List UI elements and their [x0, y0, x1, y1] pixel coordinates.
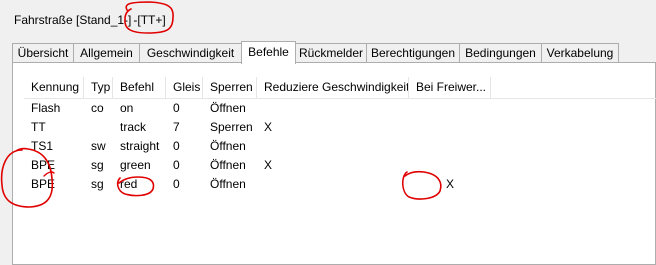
cell-reduziere — [257, 99, 409, 118]
tab-verkabelung[interactable]: Verkabelung — [541, 43, 619, 63]
cell-bei-freiwerden — [409, 156, 491, 175]
column-header-befehl[interactable]: Befehl — [113, 77, 166, 98]
cell-gleis: 0 — [173, 158, 180, 172]
column-header-kennung[interactable]: Kennung — [24, 77, 84, 98]
title-prefix: Fahrstraße [Stand_1-] — [14, 13, 132, 27]
cell-gleis: 7 — [173, 120, 180, 134]
tab-strip: Übersicht Allgemein Geschwindigkeit Befe… — [12, 41, 632, 64]
cell-gleis: 0 — [173, 177, 180, 191]
cell-sperren: Öffnen — [210, 139, 246, 153]
cell-sperren: Öffnen — [210, 101, 246, 115]
commands-table[interactable]: Kennung Typ Befehl Gleis Sperren Reduzie… — [24, 77, 656, 194]
tab-rueckmelder[interactable]: Rückmelder — [295, 43, 367, 63]
column-header-sperren[interactable]: Sperren — [203, 77, 257, 98]
cell-typ: co — [91, 101, 104, 115]
cell-reduziere — [257, 137, 409, 156]
cell-typ: sw — [91, 139, 106, 153]
cell-reduziere: X — [264, 158, 273, 172]
cell-reduziere: X — [264, 120, 273, 134]
cell-sperren: Sperren — [210, 120, 253, 134]
cell-bei-freiwerden — [409, 118, 491, 137]
cell-sperren: Öffnen — [210, 177, 246, 191]
cell-befehl: track — [120, 120, 147, 134]
table-row[interactable]: BPE sg green 0 Öffnen X — [24, 156, 656, 175]
table-row[interactable]: Flash co on 0 Öffnen — [24, 99, 656, 118]
cell-reduziere — [257, 175, 409, 194]
column-header-bei-freiwerden[interactable]: Bei Freiwer... — [409, 77, 491, 98]
cell-typ: sg — [91, 158, 104, 172]
cell-bei-freiwerden — [409, 99, 491, 118]
column-header-reduziere-geschwindigkeit[interactable]: Reduziere Geschwindigkeit — [257, 77, 409, 98]
cell-bei-freiwerden — [409, 137, 491, 156]
cell-befehl: green — [120, 158, 151, 172]
cell-kennung: Flash — [31, 101, 61, 115]
cell-typ — [84, 118, 113, 137]
table-header: Kennung Typ Befehl Gleis Sperren Reduzie… — [24, 77, 656, 99]
cell-befehl: straight — [120, 139, 160, 153]
tab-berechtigungen[interactable]: Berechtigungen — [366, 43, 460, 63]
tab-allgemein[interactable]: Allgemein — [73, 43, 140, 63]
cell-kennung: TT — [31, 120, 46, 134]
column-header-gleis[interactable]: Gleis — [166, 77, 203, 98]
cell-sperren: Öffnen — [210, 158, 246, 172]
table-row[interactable]: BPE sg red 0 Öffnen X — [24, 175, 656, 194]
tab-geschwindigkeit[interactable]: Geschwindigkeit — [139, 43, 242, 63]
cell-kennung: TS1 — [31, 139, 54, 153]
cell-gleis: 0 — [173, 101, 180, 115]
cell-kennung: BPE — [31, 158, 56, 172]
cell-befehl: red — [120, 177, 138, 191]
window-title: Fahrstraße [Stand_1-] -[TT+] — [14, 12, 166, 28]
cell-typ: sg — [91, 177, 104, 191]
table-row[interactable]: TT track 7 Sperren X — [24, 118, 656, 137]
table-row[interactable]: TS1 sw straight 0 Öffnen — [24, 137, 656, 156]
column-header-typ[interactable]: Typ — [84, 77, 113, 98]
tab-bedingungen[interactable]: Bedingungen — [459, 43, 542, 63]
cell-gleis: 0 — [173, 139, 180, 153]
cell-befehl: on — [120, 101, 134, 115]
tab-befehle[interactable]: Befehle — [241, 41, 296, 64]
cell-kennung: BPE — [31, 177, 56, 191]
title-suffix: -[TT+] — [133, 13, 166, 27]
tab-uebersicht[interactable]: Übersicht — [12, 43, 74, 63]
cell-bei-freiwerden: X — [445, 177, 454, 191]
